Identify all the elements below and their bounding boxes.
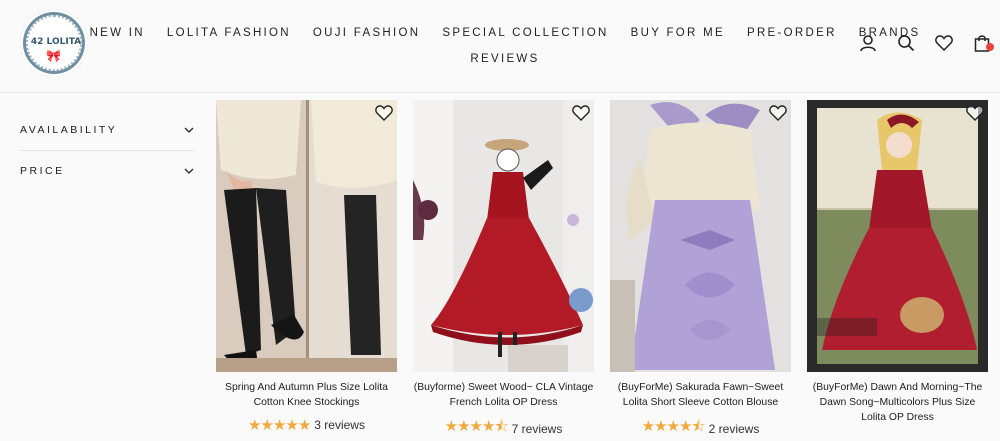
nav-row-secondary: REVIEWS <box>140 46 870 72</box>
filter-sidebar: AVAILABILITY PRICE <box>20 110 194 191</box>
product-title[interactable]: (BuyForMe) Sakurada Fawn~Sweet Lolita Sh… <box>610 380 791 410</box>
product-card[interactable]: (BuyForMe) Sakurada Fawn~Sweet Lolita Sh… <box>610 100 791 441</box>
filter-label: AVAILABILITY <box>20 124 118 136</box>
search-icon[interactable] <box>896 33 916 53</box>
wishlist-heart-icon[interactable] <box>934 33 954 53</box>
product-image-dawn-song-dress[interactable] <box>807 100 988 372</box>
rating-stars: ★★★★⯪ <box>444 417 509 435</box>
nav-row-primary: NEW IN LOLITA FASHION OUJI FASHION SPECI… <box>90 20 919 46</box>
wishlist-heart-icon[interactable] <box>375 105 393 121</box>
product-image-stockings[interactable] <box>216 100 397 372</box>
wishlist-heart-icon[interactable] <box>769 105 787 121</box>
wishlist-heart-icon[interactable] <box>572 105 590 121</box>
product-image-sakurada-fawn-blouse[interactable] <box>610 100 791 372</box>
nav-item-reviews[interactable]: REVIEWS <box>470 53 539 65</box>
logo-badge: 42 LOLITA 🎀 <box>26 15 82 71</box>
site-header: 42 LOLITA 🎀 NEW IN LOLITA FASHION OUJI F… <box>0 0 1000 93</box>
rating-stars: ★★★★★ <box>248 416 311 434</box>
product-card[interactable]: (BuyForMe) Dawn And Morning~The Dawn Son… <box>807 100 988 441</box>
cart-bag-icon[interactable] <box>972 33 994 53</box>
nav-item-pre-order[interactable]: PRE-ORDER <box>747 27 837 39</box>
filter-price[interactable]: PRICE <box>20 151 194 191</box>
rating-stars: ★★★★⯪ <box>641 417 706 435</box>
account-icon[interactable] <box>858 33 878 53</box>
product-grid: Spring And Autumn Plus Size Lolita Cotto… <box>216 100 988 441</box>
product-rating: ★★★★★ 3 reviews <box>216 416 397 434</box>
filter-label: PRICE <box>20 165 65 177</box>
nav-item-buy-for-me[interactable]: BUY FOR ME <box>631 27 725 39</box>
product-image-sweet-wood-dress[interactable] <box>413 100 594 372</box>
wishlist-heart-icon[interactable] <box>966 105 984 121</box>
main-navigation: NEW IN LOLITA FASHION OUJI FASHION SPECI… <box>90 20 919 72</box>
product-title[interactable]: (Buyforme) Sweet Wood~ CLA Vintage Frenc… <box>413 380 594 410</box>
nav-item-new-in[interactable]: NEW IN <box>90 27 145 39</box>
product-title[interactable]: (BuyForMe) Dawn And Morning~The Dawn Son… <box>807 380 988 425</box>
filter-availability[interactable]: AVAILABILITY <box>20 110 194 151</box>
nav-item-ouji-fashion[interactable]: OUJI FASHION <box>313 27 420 39</box>
review-count[interactable]: 2 reviews <box>709 422 760 436</box>
cart-badge <box>986 43 994 51</box>
logo-text: 42 LOLITA <box>30 37 82 47</box>
product-title[interactable]: Spring And Autumn Plus Size Lolita Cotto… <box>216 380 397 410</box>
header-actions <box>858 33 994 53</box>
nav-item-special-collection[interactable]: SPECIAL COLLECTION <box>442 27 608 39</box>
product-rating: ★★★★⯪ 7 reviews <box>413 416 594 441</box>
nav-item-lolita-fashion[interactable]: LOLITA FASHION <box>167 27 291 39</box>
chevron-down-icon <box>184 127 194 133</box>
product-card[interactable]: (Buyforme) Sweet Wood~ CLA Vintage Frenc… <box>413 100 594 441</box>
review-count[interactable]: 3 reviews <box>314 418 365 432</box>
review-count[interactable]: 7 reviews <box>512 422 563 436</box>
bow-icon: 🎀 <box>46 49 61 63</box>
product-card[interactable]: Spring And Autumn Plus Size Lolita Cotto… <box>216 100 397 441</box>
product-rating: ★★★★⯪ 2 reviews <box>610 416 791 441</box>
store-logo[interactable]: 42 LOLITA 🎀 <box>20 9 88 77</box>
chevron-down-icon <box>184 168 194 174</box>
